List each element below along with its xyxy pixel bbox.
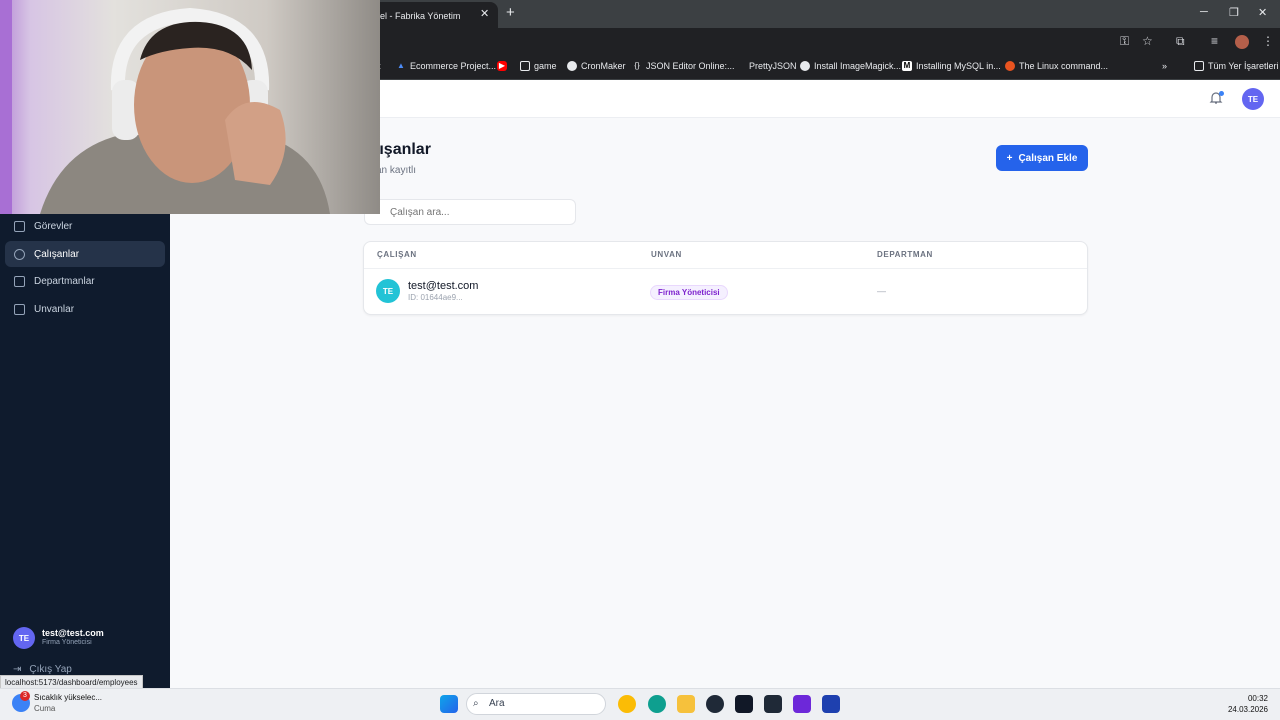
bookmark-item[interactable]: The Linux command... bbox=[1005, 61, 1108, 71]
taskbar-search[interactable]: Ara bbox=[466, 693, 606, 715]
department-value: — bbox=[877, 286, 886, 296]
taskbar-date[interactable]: 24.03.2026 bbox=[1220, 705, 1268, 714]
folder-icon bbox=[520, 61, 530, 71]
close-window-icon[interactable]: ✕ bbox=[1258, 6, 1267, 19]
github-icon bbox=[800, 61, 810, 71]
employee-avatar: TE bbox=[376, 279, 400, 303]
restore-icon[interactable]: ❐ bbox=[1229, 6, 1239, 19]
employees-table bbox=[363, 241, 1088, 315]
minimize-icon[interactable]: ─ bbox=[1200, 6, 1208, 18]
taskbar bbox=[0, 688, 1280, 720]
bookmark-item[interactable]: PrettyJSON bbox=[735, 61, 797, 71]
column-header-title[interactable]: UNVAN bbox=[651, 250, 682, 259]
header-divider bbox=[364, 268, 1087, 269]
plus-icon: + bbox=[1006, 152, 1013, 164]
sidebar-item-calisanlar[interactable]: Çalışanlar bbox=[5, 241, 165, 267]
bookmark-item[interactable]: ▲ Ecommerce Project... bbox=[396, 61, 496, 71]
employee-search-input[interactable] bbox=[364, 199, 576, 225]
youtube-icon: ▶ bbox=[497, 61, 507, 71]
app-icon[interactable] bbox=[735, 695, 753, 713]
sidebar-item-unvanlar[interactable]: Unvanlar bbox=[5, 296, 165, 322]
medium-icon: M bbox=[902, 61, 912, 71]
weather-badge: 3 bbox=[20, 691, 30, 701]
sidebar-item-gorevler[interactable]: Görevler bbox=[5, 213, 165, 239]
new-tab-button[interactable]: + bbox=[506, 4, 515, 21]
bookmark-item[interactable]: game bbox=[520, 61, 557, 71]
header-avatar[interactable]: TE bbox=[1242, 88, 1264, 110]
webcam-overlay bbox=[0, 0, 380, 214]
column-header-department[interactable]: DEPARTMAN bbox=[877, 250, 933, 259]
profile-avatar[interactable] bbox=[1235, 35, 1249, 49]
tab-title: el - Fabrika Yönetim bbox=[380, 11, 461, 21]
users-icon bbox=[14, 248, 25, 260]
logout-icon: ⇥ bbox=[13, 664, 22, 675]
bookmark-item[interactable]: CronMaker bbox=[567, 61, 626, 71]
all-bookmarks-button[interactable]: Tüm Yer İşaretleri bbox=[1194, 61, 1279, 71]
vscode-icon[interactable] bbox=[822, 695, 840, 713]
terminal-icon[interactable] bbox=[764, 695, 782, 713]
bookmarks-overflow-button[interactable]: » bbox=[1162, 61, 1167, 71]
employee-id: ID: 01644ae9... bbox=[408, 293, 463, 302]
briefcase-icon bbox=[14, 303, 25, 315]
media-queue-icon[interactable]: ≡ bbox=[1211, 34, 1218, 48]
extensions-icon[interactable]: ⧉ bbox=[1176, 34, 1185, 49]
chrome-icon[interactable] bbox=[618, 695, 636, 713]
avatar: TE bbox=[13, 627, 35, 649]
bookmark-item[interactable]: Install ImageMagick... bbox=[800, 61, 901, 71]
add-employee-button[interactable]: + Çalışan Ekle bbox=[996, 145, 1088, 171]
taskbar-time[interactable]: 00:32 bbox=[1230, 694, 1268, 703]
sidebar-item-departmanlar[interactable]: Departmanlar bbox=[5, 268, 165, 294]
building-icon bbox=[14, 275, 25, 287]
intellij-icon[interactable] bbox=[793, 695, 811, 713]
ubuntu-icon bbox=[1005, 61, 1015, 71]
obs-icon[interactable] bbox=[706, 695, 724, 713]
user-role: Firma Yöneticisi bbox=[42, 639, 92, 646]
weather-title: Sıcaklık yükselec... bbox=[34, 693, 103, 702]
check-square-icon bbox=[14, 220, 25, 232]
bookmark-item[interactable]: ▶ bbox=[497, 61, 507, 71]
password-key-icon[interactable]: ⚿ bbox=[1120, 34, 1129, 49]
braces-icon: {} bbox=[634, 61, 640, 70]
menu-kebab-icon[interactable]: ⋮ bbox=[1262, 34, 1274, 48]
windows-start-icon[interactable] bbox=[440, 695, 458, 713]
file-explorer-icon[interactable] bbox=[677, 695, 695, 713]
bookmark-star-icon[interactable]: ☆ bbox=[1142, 34, 1153, 48]
bookmark-item[interactable]: M Installing MySQL in... bbox=[902, 61, 1001, 71]
title-badge: Firma Yöneticisi bbox=[650, 285, 728, 300]
column-header-employee[interactable]: ÇALIŞAN bbox=[377, 250, 417, 259]
notification-dot bbox=[1219, 91, 1224, 96]
logout-button[interactable]: ⇥ Çıkış Yap bbox=[13, 664, 72, 675]
webcam-person-image bbox=[0, 0, 330, 214]
user-email: test@test.com bbox=[42, 628, 104, 638]
folder-icon bbox=[1194, 61, 1204, 71]
bookmark-item[interactable]: {} JSON Editor Online:... bbox=[632, 61, 734, 71]
search-icon: ⌕ bbox=[473, 698, 479, 709]
triangle-icon: ▲ bbox=[397, 61, 405, 70]
employee-email[interactable]: test@test.com bbox=[408, 280, 478, 292]
tab-close-icon[interactable]: ✕ bbox=[480, 7, 489, 20]
generic-icon bbox=[735, 61, 745, 71]
weather-day: Cuma bbox=[34, 704, 56, 713]
edge-icon[interactable] bbox=[648, 695, 666, 713]
globe-icon bbox=[567, 61, 577, 71]
